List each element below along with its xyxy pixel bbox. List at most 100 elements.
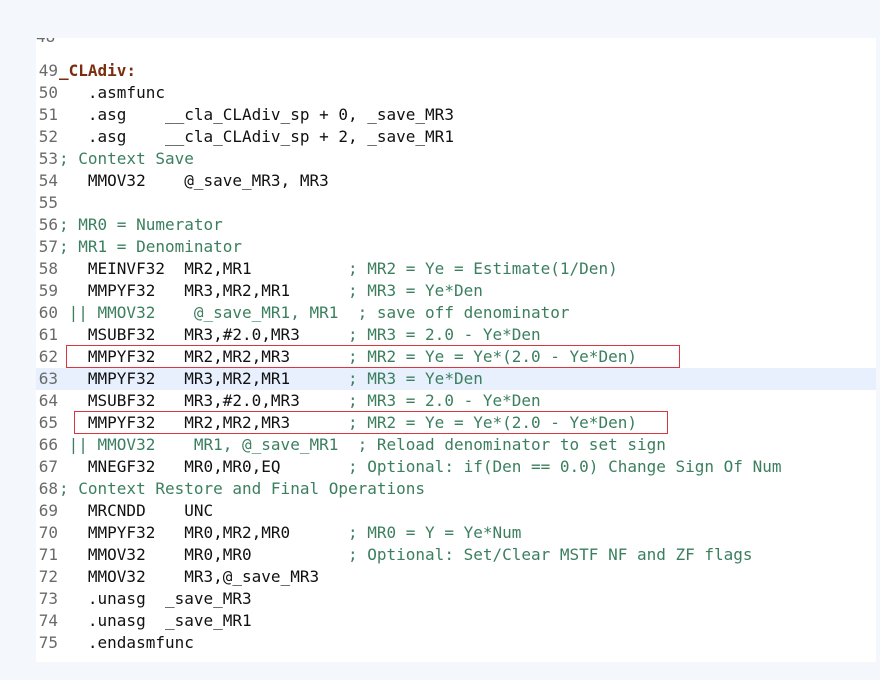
comment-text: ; MR3 = 2.0 - Ye*Den (347, 325, 541, 344)
code-text: ; MR1 = Denominator (59, 236, 242, 258)
instruction-text: MMPYF32 MR3,MR2,MR1 (59, 369, 348, 388)
instruction-text: .asmfunc (59, 83, 165, 102)
line-48-partial: 48 (36, 38, 55, 48)
comment-text: ; MR3 = Ye*Den (347, 281, 483, 300)
code-line-69[interactable]: 69 MRCNDD UNC (36, 500, 876, 522)
instruction-text: MMPYF32 MR0,MR2,MR0 (59, 523, 348, 542)
code-line-58[interactable]: 58 MEINVF32 MR2,MR1 ; MR2 = Ye = Estimat… (36, 258, 876, 280)
code-text: MMOV32 MR0,MR0 ; Optional: Set/Clear MST… (59, 544, 753, 566)
code-line-75[interactable]: 75 .endasmfunc (36, 632, 876, 654)
code-text: .unasg _save_MR1 (59, 610, 252, 632)
line-number: 55 (38, 193, 58, 212)
comment-text: ; MR2 = Ye = Ye*(2.0 - Ye*Den) (347, 347, 637, 366)
line-number: 52 (38, 127, 58, 146)
instruction-text: MMPYF32 MR3,MR2,MR1 (59, 281, 348, 300)
line-number: 50 (38, 83, 58, 102)
code-line-73[interactable]: 73 .unasg _save_MR3 (36, 588, 876, 610)
code-line-72[interactable]: 72 MMOV32 MR3,@_save_MR3 (36, 566, 876, 588)
code-line-67[interactable]: 67 MNEGF32 MR0,MR0,EQ ; Optional: if(Den… (36, 456, 876, 478)
comment-text: ; Optional: Set/Clear MSTF NF and ZF fla… (347, 545, 753, 564)
line-number: 72 (38, 567, 58, 586)
code-line-57[interactable]: 57; MR1 = Denominator (36, 236, 876, 258)
line-number: 68 (38, 479, 58, 498)
instruction-text: MMPYF32 MR2,MR2,MR3 (59, 413, 348, 432)
instruction-text: .unasg _save_MR1 (59, 611, 252, 630)
code-text: ; MR0 = Numerator (59, 214, 223, 236)
line-number: 74 (38, 611, 58, 630)
code-line-50[interactable]: 50 .asmfunc (36, 82, 876, 104)
line-number: 64 (38, 391, 58, 410)
line-number: 53 (38, 149, 58, 168)
code-line-62[interactable]: 62 MMPYF32 MR2,MR2,MR3 ; MR2 = Ye = Ye*(… (36, 346, 876, 368)
line-number: 62 (38, 347, 58, 366)
code-text: .endasmfunc (59, 632, 194, 654)
code-text: .asg __cla_CLAdiv_sp + 2, _save_MR1 (59, 126, 454, 148)
code-line-63[interactable]: 63 MMPYF32 MR3,MR2,MR1 ; MR3 = Ye*Den (36, 368, 876, 390)
code-text: ; Context Save (59, 148, 194, 170)
code-text: MRCNDD UNC (59, 500, 213, 522)
code-text: MMPYF32 MR0,MR2,MR0 ; MR0 = Y = Ye*Num (59, 522, 521, 544)
code-line-68[interactable]: 68; Context Restore and Final Operations (36, 478, 876, 500)
code-line-56[interactable]: 56; MR0 = Numerator (36, 214, 876, 236)
code-text: .asmfunc (59, 82, 165, 104)
comment-text: ; MR2 = Ye = Ye*(2.0 - Ye*Den) (347, 413, 637, 432)
line-number: 56 (38, 215, 58, 234)
code-text: MMOV32 @_save_MR3, MR3 (59, 170, 329, 192)
code-line-66[interactable]: 66 || MMOV32 MR1, @_save_MR1 ; Reload de… (36, 434, 876, 456)
comment-text: ; Optional: if(Den == 0.0) Change Sign O… (347, 457, 782, 476)
code-line-61[interactable]: 61 MSUBF32 MR3,#2.0,MR3 ; MR3 = 2.0 - Ye… (36, 324, 876, 346)
code-editor[interactable]: 48 49_CLAdiv:50 .asmfunc51 .asg __cla_CL… (36, 38, 876, 662)
comment-text: ; MR3 = 2.0 - Ye*Den (347, 391, 541, 410)
line-number: 61 (38, 325, 58, 344)
code-line-51[interactable]: 51 .asg __cla_CLAdiv_sp + 0, _save_MR3 (36, 104, 876, 126)
code-text: _CLAdiv: (59, 60, 136, 82)
code-line-74[interactable]: 74 .unasg _save_MR1 (36, 610, 876, 632)
code-text: .asg __cla_CLAdiv_sp + 0, _save_MR3 (59, 104, 454, 126)
comment-text: || MMOV32 MR1, @_save_MR1 ; Reload denom… (59, 435, 666, 454)
line-number: 71 (38, 545, 58, 564)
code-line-65[interactable]: 65 MMPYF32 MR2,MR2,MR3 ; MR2 = Ye = Ye*(… (36, 412, 876, 434)
line-number: 66 (38, 435, 58, 454)
code-text: MMOV32 MR3,@_save_MR3 (59, 566, 319, 588)
code-text: || MMOV32 @_save_MR1, MR1 ; save off den… (59, 302, 570, 324)
comment-text: ; MR0 = Numerator (59, 215, 223, 234)
instruction-text: .unasg _save_MR3 (59, 589, 252, 608)
code-text: MMPYF32 MR2,MR2,MR3 ; MR2 = Ye = Ye*(2.0… (59, 346, 637, 368)
code-line-52[interactable]: 52 .asg __cla_CLAdiv_sp + 2, _save_MR1 (36, 126, 876, 148)
instruction-text: MSUBF32 MR3,#2.0,MR3 (59, 391, 348, 410)
code-text: .unasg _save_MR3 (59, 588, 252, 610)
line-number: 69 (38, 501, 58, 520)
comment-text: || MMOV32 @_save_MR1, MR1 ; save off den… (59, 303, 570, 322)
line-number: 63 (38, 369, 58, 388)
instruction-text: MMPYF32 MR2,MR2,MR3 (59, 347, 348, 366)
comment-text: ; Context Save (59, 149, 194, 168)
code-line-60[interactable]: 60 || MMOV32 @_save_MR1, MR1 ; save off … (36, 302, 876, 324)
comment-text: ; Context Restore and Final Operations (59, 479, 426, 498)
code-line-54[interactable]: 54 MMOV32 @_save_MR3, MR3 (36, 170, 876, 192)
comment-text: ; MR2 = Ye = Estimate(1/Den) (347, 259, 618, 278)
code-text: MMPYF32 MR3,MR2,MR1 ; MR3 = Ye*Den (59, 368, 483, 390)
line-number: 73 (38, 589, 58, 608)
code-line-55[interactable]: 55 (36, 192, 876, 214)
instruction-text: MEINVF32 MR2,MR1 (59, 259, 348, 278)
instruction-text: .asg __cla_CLAdiv_sp + 2, _save_MR1 (59, 127, 454, 146)
code-text: MSUBF32 MR3,#2.0,MR3 ; MR3 = 2.0 - Ye*De… (59, 390, 541, 412)
line-number: 67 (38, 457, 58, 476)
instruction-text: MRCNDD UNC (59, 501, 214, 520)
code-line-59[interactable]: 59 MMPYF32 MR3,MR2,MR1 ; MR3 = Ye*Den (36, 280, 876, 302)
code-text: MMPYF32 MR3,MR2,MR1 ; MR3 = Ye*Den (59, 280, 483, 302)
code-line-64[interactable]: 64 MSUBF32 MR3,#2.0,MR3 ; MR3 = 2.0 - Ye… (36, 390, 876, 412)
code-line-71[interactable]: 71 MMOV32 MR0,MR0 ; Optional: Set/Clear … (36, 544, 876, 566)
line-number: 54 (38, 171, 58, 190)
line-number: 49 (38, 61, 58, 80)
code-line-53[interactable]: 53; Context Save (36, 148, 876, 170)
comment-text: ; MR3 = Ye*Den (347, 369, 483, 388)
instruction-text: MNEGF32 MR0,MR0,EQ (59, 457, 348, 476)
code-line-49[interactable]: 49 _CLAdiv: (36, 60, 876, 82)
line-number: 57 (38, 237, 58, 256)
instruction-text: .endasmfunc (59, 633, 194, 652)
code-line-70[interactable]: 70 MMPYF32 MR0,MR2,MR0 ; MR0 = Y = Ye*Nu… (36, 522, 876, 544)
instruction-text: MSUBF32 MR3,#2.0,MR3 (59, 325, 348, 344)
instruction-text: MMOV32 MR3,@_save_MR3 (59, 567, 320, 586)
line-number: 75 (38, 633, 58, 652)
